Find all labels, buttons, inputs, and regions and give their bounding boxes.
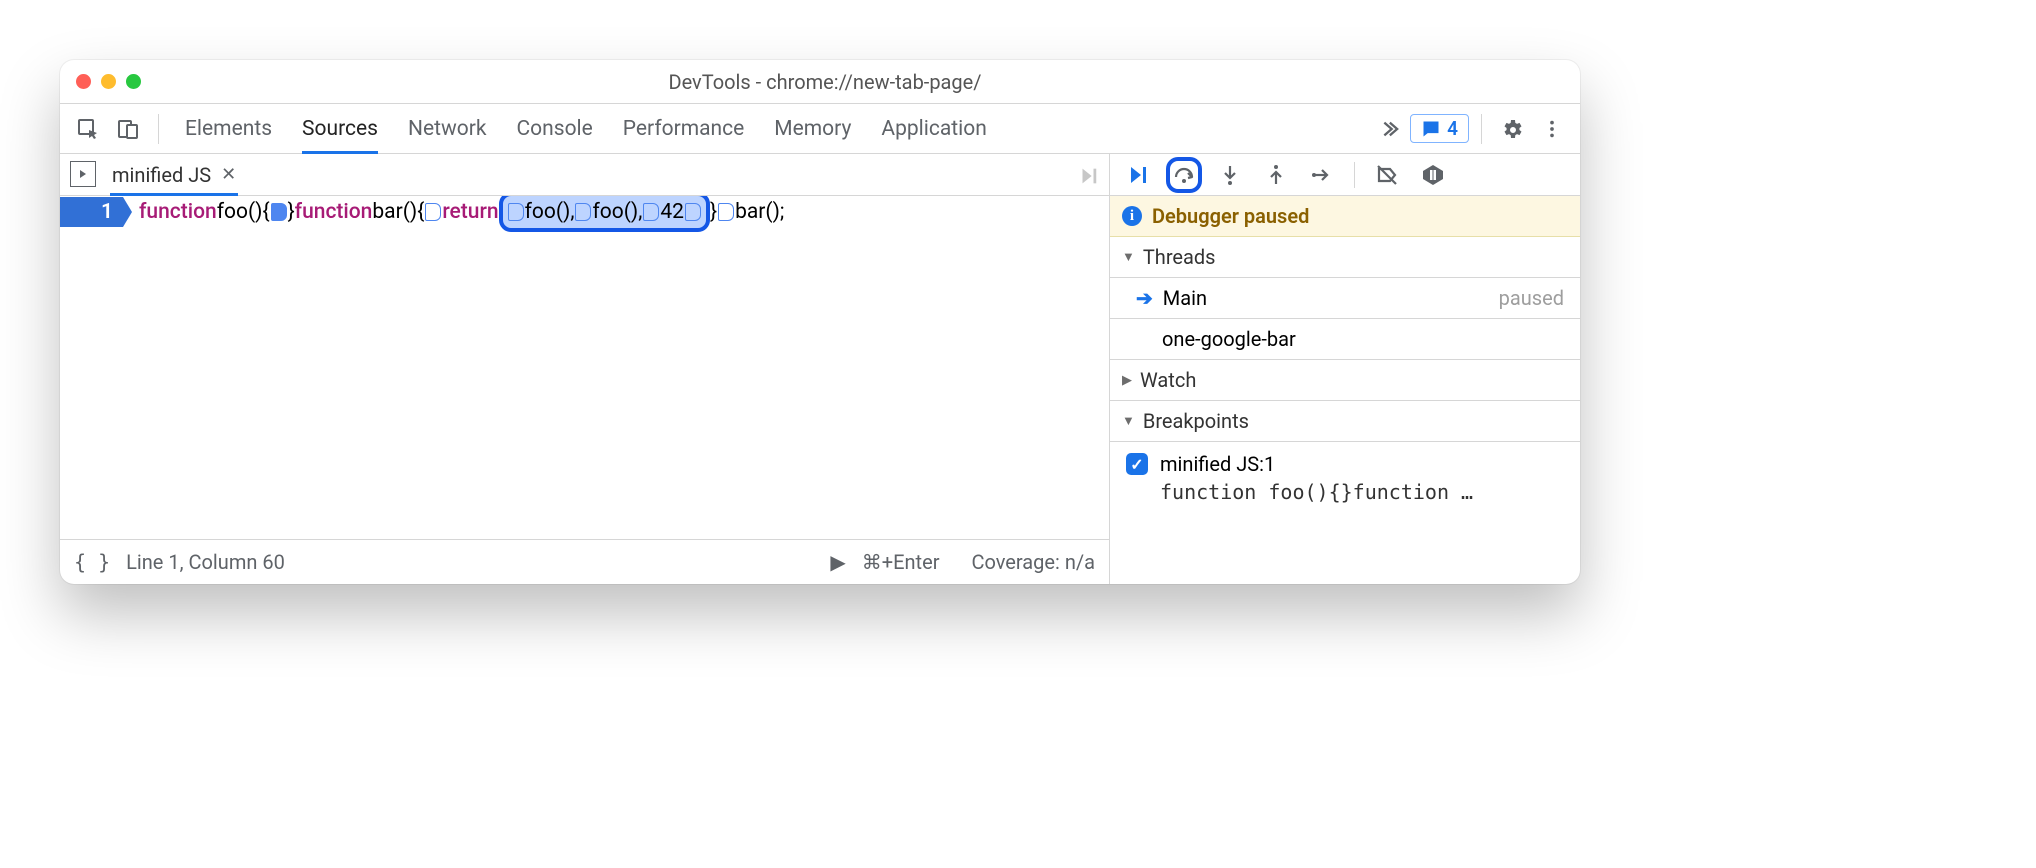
- breakpoint-checkbox[interactable]: ✓: [1126, 453, 1148, 475]
- step-marker-icon[interactable]: [425, 203, 441, 221]
- settings-icon[interactable]: [1494, 111, 1530, 147]
- resume-button[interactable]: [1120, 157, 1156, 193]
- show-navigator-icon[interactable]: [70, 161, 96, 187]
- thread-item[interactable]: ➔ Main paused: [1110, 278, 1580, 319]
- step-marker-icon[interactable]: [271, 203, 287, 221]
- debugger-pane: i Debugger paused ▼Threads ➔ Main paused on…: [1110, 154, 1580, 584]
- cursor-position: Line 1, Column 60: [126, 550, 285, 574]
- coverage-status: Coverage: n/a: [971, 550, 1095, 574]
- line-gutter[interactable]: 1: [60, 197, 123, 227]
- threads-section[interactable]: ▼Threads: [1110, 237, 1580, 278]
- thread-item[interactable]: one-google-bar: [1110, 319, 1580, 360]
- step-marker-icon[interactable]: [718, 203, 734, 221]
- issues-count: 4: [1447, 117, 1458, 140]
- tab-elements[interactable]: Elements: [185, 104, 272, 153]
- step-marker-icon[interactable]: [508, 203, 524, 221]
- inspect-icon[interactable]: [70, 111, 106, 147]
- breakpoint-item[interactable]: ✓ minified JS:1 function foo(){}function…: [1110, 442, 1580, 514]
- active-thread-icon: ➔: [1136, 286, 1153, 310]
- traffic-lights: [76, 74, 141, 89]
- run-hint: ⌘+Enter: [862, 550, 940, 574]
- sources-panel: minified JS ✕ 1 function foo(){}function…: [60, 154, 1110, 584]
- minimize-window-button[interactable]: [101, 74, 116, 89]
- debugger-status: i Debugger paused: [1110, 196, 1580, 237]
- more-tabs-icon[interactable]: [1370, 111, 1406, 147]
- tab-sources[interactable]: Sources: [302, 104, 378, 153]
- panel-body: minified JS ✕ 1 function foo(){}function…: [60, 154, 1580, 584]
- kebab-menu-icon[interactable]: [1534, 111, 1570, 147]
- tab-console[interactable]: Console: [516, 104, 592, 153]
- tab-performance[interactable]: Performance: [623, 104, 744, 153]
- code-editor[interactable]: 1 function foo(){}function bar(){return …: [60, 196, 1109, 540]
- step-marker-icon[interactable]: [685, 203, 701, 221]
- deactivate-breakpoints-button[interactable]: [1369, 157, 1405, 193]
- file-tab-label: minified JS: [112, 163, 211, 187]
- window-title: DevTools - chrome://new-tab-page/: [141, 70, 1509, 94]
- pause-on-exceptions-button[interactable]: [1415, 157, 1451, 193]
- breakpoint-preview: function foo(){}function …: [1126, 480, 1564, 504]
- thread-state: paused: [1499, 286, 1564, 310]
- code-line[interactable]: function foo(){}function bar(){return fo…: [123, 196, 784, 232]
- zoom-window-button[interactable]: [126, 74, 141, 89]
- breakpoint-title: minified JS:1: [1160, 452, 1275, 476]
- tab-application[interactable]: Application: [881, 104, 986, 153]
- format-icon[interactable]: { }: [74, 550, 110, 574]
- info-icon: i: [1122, 206, 1142, 226]
- devtools-tabstrip: Elements Sources Network Console Performance…: [60, 104, 1580, 154]
- breakpoints-section[interactable]: ▼Breakpoints: [1110, 401, 1580, 442]
- editor-footer: { } Line 1, Column 60 ▶ ⌘+Enter Coverage…: [60, 540, 1109, 584]
- close-file-icon[interactable]: ✕: [221, 164, 236, 185]
- debugger-toolbar: [1110, 154, 1580, 196]
- watch-section[interactable]: ▶Watch: [1110, 360, 1580, 401]
- tab-memory[interactable]: Memory: [774, 104, 851, 153]
- thread-name: one-google-bar: [1162, 327, 1296, 351]
- issues-badge[interactable]: 4: [1410, 114, 1469, 143]
- file-tab[interactable]: minified JS ✕: [110, 154, 238, 195]
- close-window-button[interactable]: [76, 74, 91, 89]
- run-snippet-icon[interactable]: ▶: [830, 550, 845, 574]
- file-tabstrip: minified JS ✕: [60, 154, 1109, 196]
- resume-icon[interactable]: [1077, 165, 1099, 187]
- step-over-button[interactable]: [1166, 157, 1202, 193]
- status-label: Debugger paused: [1152, 204, 1309, 228]
- highlight-expression: foo(),foo(),42: [499, 196, 710, 232]
- device-toggle-icon[interactable]: [110, 111, 146, 147]
- step-marker-icon[interactable]: [643, 203, 659, 221]
- thread-name: Main: [1163, 286, 1207, 310]
- step-marker-icon[interactable]: [575, 203, 591, 221]
- devtools-window: DevTools - chrome://new-tab-page/ Elemen…: [60, 60, 1580, 584]
- step-button[interactable]: [1304, 157, 1340, 193]
- titlebar: DevTools - chrome://new-tab-page/: [60, 60, 1580, 104]
- step-out-button[interactable]: [1258, 157, 1294, 193]
- tab-network[interactable]: Network: [408, 104, 487, 153]
- step-into-button[interactable]: [1212, 157, 1248, 193]
